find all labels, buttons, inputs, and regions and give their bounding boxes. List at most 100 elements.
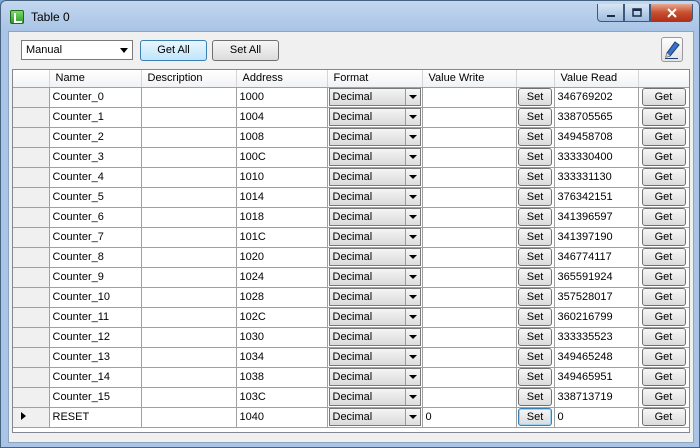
column-header[interactable]: Address <box>236 70 328 88</box>
get-button[interactable]: Get <box>641 208 686 226</box>
address-cell[interactable]: 1008 <box>236 127 328 148</box>
description-cell[interactable] <box>141 187 237 208</box>
format-select[interactable]: Decimal <box>328 308 421 326</box>
table-row[interactable]: Counter_11 102C Decimal Set 360216799 Get <box>13 307 689 328</box>
name-cell[interactable]: RESET <box>49 407 142 428</box>
description-cell[interactable] <box>141 267 237 288</box>
format-select[interactable]: Decimal <box>328 348 421 366</box>
value-write-cell[interactable] <box>422 247 517 268</box>
name-cell[interactable]: Counter_7 <box>49 227 142 248</box>
set-button[interactable]: Set <box>518 368 552 386</box>
format-select[interactable]: Decimal <box>328 268 421 286</box>
close-button[interactable] <box>650 4 693 22</box>
set-button[interactable]: Set <box>518 108 552 126</box>
address-cell[interactable]: 103C <box>236 387 328 408</box>
row-header[interactable] <box>13 287 50 308</box>
column-header[interactable]: Name <box>49 70 142 88</box>
address-cell[interactable]: 1028 <box>236 287 328 308</box>
row-header[interactable] <box>13 367 50 388</box>
set-button[interactable]: Set <box>518 328 552 346</box>
address-cell[interactable]: 102C <box>236 307 328 328</box>
chevron-down-icon[interactable] <box>404 269 420 285</box>
table-row[interactable]: Counter_14 1038 Decimal Set 349465951 Get <box>13 367 689 388</box>
format-select[interactable]: Decimal <box>328 288 421 306</box>
set-button[interactable]: Set <box>518 168 552 186</box>
description-cell[interactable] <box>141 347 237 368</box>
description-cell[interactable] <box>141 87 237 108</box>
chevron-down-icon[interactable] <box>404 209 420 225</box>
format-select[interactable]: Decimal <box>328 368 421 386</box>
format-select[interactable]: Decimal <box>328 168 421 186</box>
get-button[interactable]: Get <box>641 368 686 386</box>
set-button[interactable]: Set <box>518 408 552 426</box>
get-button[interactable]: Get <box>641 288 686 306</box>
value-read-cell[interactable]: 365591924 <box>554 267 639 288</box>
table-row[interactable]: Counter_5 1014 Decimal Set 376342151 Get <box>13 187 689 208</box>
chevron-down-icon[interactable] <box>404 149 420 165</box>
name-cell[interactable]: Counter_12 <box>49 327 142 348</box>
get-button[interactable]: Get <box>641 308 686 326</box>
format-select[interactable]: Decimal <box>328 128 421 146</box>
description-cell[interactable] <box>141 207 237 228</box>
format-select[interactable]: Decimal <box>328 408 421 426</box>
row-header[interactable] <box>13 207 50 228</box>
set-button[interactable]: Set <box>518 128 552 146</box>
value-read-cell[interactable]: 346769202 <box>554 87 639 108</box>
table-row[interactable]: Counter_7 101C Decimal Set 341397190 Get <box>13 227 689 248</box>
value-read-cell[interactable]: 333330400 <box>554 147 639 168</box>
column-header[interactable] <box>516 70 555 88</box>
maximize-button[interactable] <box>624 4 650 22</box>
value-read-cell[interactable]: 341397190 <box>554 227 639 248</box>
chevron-down-icon[interactable] <box>404 189 420 205</box>
name-cell[interactable]: Counter_15 <box>49 387 142 408</box>
get-button[interactable]: Get <box>641 148 686 166</box>
address-cell[interactable]: 1000 <box>236 87 328 108</box>
address-cell[interactable]: 1004 <box>236 107 328 128</box>
chevron-down-icon[interactable] <box>404 329 420 345</box>
set-button[interactable]: Set <box>518 268 552 286</box>
address-cell[interactable]: 100C <box>236 147 328 168</box>
table-row[interactable]: Counter_0 1000 Decimal Set 346769202 Get <box>13 87 689 108</box>
value-write-cell[interactable] <box>422 347 517 368</box>
column-header[interactable] <box>638 70 689 88</box>
column-header[interactable]: Value Write <box>422 70 517 88</box>
value-write-cell[interactable] <box>422 107 517 128</box>
description-cell[interactable] <box>141 247 237 268</box>
row-header[interactable] <box>13 107 50 128</box>
get-button[interactable]: Get <box>641 228 686 246</box>
chevron-down-icon[interactable] <box>404 89 420 105</box>
value-write-cell[interactable] <box>422 127 517 148</box>
value-read-cell[interactable]: 349458708 <box>554 127 639 148</box>
table-row[interactable]: Counter_12 1030 Decimal Set 333335523 Get <box>13 327 689 348</box>
get-button[interactable]: Get <box>641 348 686 366</box>
address-cell[interactable]: 1038 <box>236 367 328 388</box>
mode-select[interactable]: Manual <box>21 40 133 60</box>
description-cell[interactable] <box>141 127 237 148</box>
value-read-cell[interactable]: 349465951 <box>554 367 639 388</box>
table-row[interactable]: Counter_15 103C Decimal Set 338713719 Get <box>13 387 689 408</box>
table-row[interactable]: RESET 1040 Decimal 0 Set 0 Get <box>13 407 689 428</box>
set-button[interactable]: Set <box>518 288 552 306</box>
value-read-cell[interactable]: 333335523 <box>554 327 639 348</box>
description-cell[interactable] <box>141 227 237 248</box>
set-button[interactable]: Set <box>518 248 552 266</box>
format-select[interactable]: Decimal <box>328 208 421 226</box>
row-header[interactable] <box>13 267 50 288</box>
format-select[interactable]: Decimal <box>328 148 421 166</box>
table-row[interactable]: Counter_8 1020 Decimal Set 346774117 Get <box>13 247 689 268</box>
table-row[interactable]: Counter_13 1034 Decimal Set 349465248 Get <box>13 347 689 368</box>
value-read-cell[interactable]: 360216799 <box>554 307 639 328</box>
get-button[interactable]: Get <box>641 108 686 126</box>
chevron-down-icon[interactable] <box>404 349 420 365</box>
description-cell[interactable] <box>141 327 237 348</box>
format-select[interactable]: Decimal <box>328 248 421 266</box>
name-cell[interactable]: Counter_8 <box>49 247 142 268</box>
chevron-down-icon[interactable] <box>404 229 420 245</box>
name-cell[interactable]: Counter_1 <box>49 107 142 128</box>
value-read-cell[interactable]: 341396597 <box>554 207 639 228</box>
description-cell[interactable] <box>141 367 237 388</box>
row-header[interactable] <box>13 147 50 168</box>
format-select[interactable]: Decimal <box>328 388 421 406</box>
value-write-cell[interactable] <box>422 387 517 408</box>
set-all-button[interactable]: Set All <box>212 40 279 61</box>
